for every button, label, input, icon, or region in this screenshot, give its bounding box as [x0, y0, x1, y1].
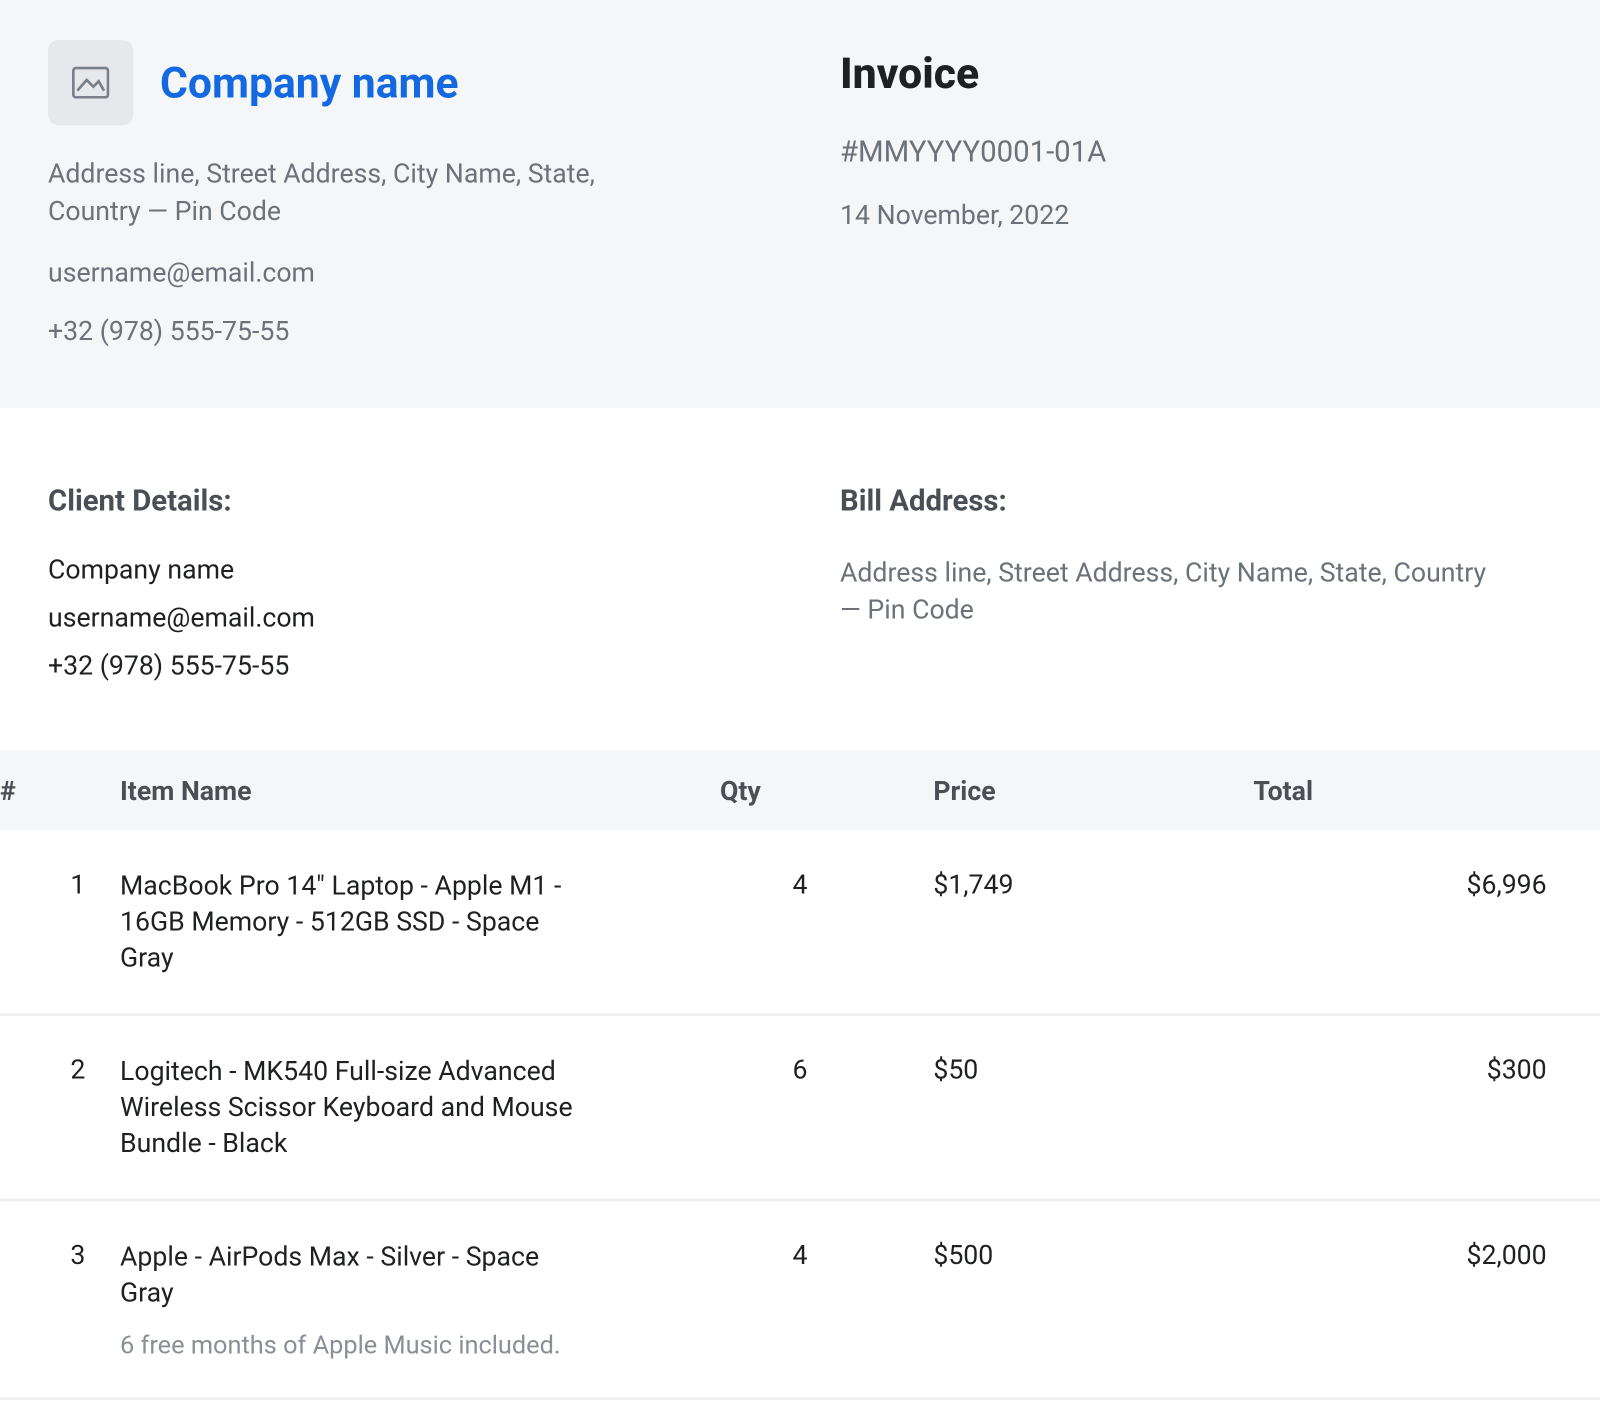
cell-total: $300 [1253, 1015, 1600, 1200]
client-company: Company name [48, 553, 760, 585]
bill-address-text: Address line, Street Address, City Name,… [840, 553, 1507, 628]
line-items-table: # Item Name Qty Price Total 1 MacBook Pr… [0, 751, 1600, 1400]
cell-name: Logitech - MK540 Full-size Advanced Wire… [120, 1015, 720, 1200]
cell-qty: 4 [720, 1200, 880, 1399]
item-name: Apple - AirPods Max - Silver - Space Gra… [120, 1239, 573, 1311]
image-placeholder-icon [72, 67, 109, 99]
table-row: 3 Apple - AirPods Max - Silver - Space G… [0, 1200, 1600, 1399]
cell-qty: 4 [720, 831, 880, 1015]
item-name: Logitech - MK540 Full-size Advanced Wire… [120, 1053, 573, 1161]
invoice-header: Company name Address line, Street Addres… [0, 0, 1600, 408]
company-logo-placeholder [48, 40, 133, 125]
sender-block: Company name Address line, Street Addres… [48, 40, 800, 347]
invoice-document: { "header": { "company_name": "Company n… [0, 0, 1600, 1400]
invoice-title: Invoice [840, 48, 1552, 99]
sender-address: Address line, Street Address, City Name,… [48, 155, 621, 230]
invoice-number: #MMYYYY0001-01A [840, 136, 1552, 169]
table-header-row: # Item Name Qty Price Total [0, 751, 1600, 831]
bill-address-title: Bill Address: [840, 485, 1552, 518]
col-header-price: Price [880, 751, 1253, 831]
cell-name: Apple - AirPods Max - Silver - Space Gra… [120, 1200, 720, 1399]
invoice-meta: Invoice #MMYYYY0001-01A 14 November, 202… [800, 40, 1552, 347]
company-name: Company name [160, 57, 459, 108]
cell-name: MacBook Pro 14" Laptop - Apple M1 - 16GB… [120, 831, 720, 1015]
invoice-date: 14 November, 2022 [840, 199, 1552, 231]
client-details: Client Details: Company name username@em… [48, 485, 800, 697]
cell-qty: 6 [720, 1015, 880, 1200]
item-name: MacBook Pro 14" Laptop - Apple M1 - 16GB… [120, 868, 573, 976]
cell-index: 3 [0, 1200, 120, 1399]
sender-email: username@email.com [48, 256, 760, 288]
cell-price: $500 [880, 1200, 1253, 1399]
sender-phone: +32 (978) 555-75-55 [48, 315, 760, 347]
item-note: 6 free months of Apple Music included. [120, 1329, 720, 1360]
col-header-name: Item Name [120, 751, 720, 831]
details-section: Client Details: Company name username@em… [0, 408, 1600, 751]
col-header-index: # [0, 751, 120, 831]
client-phone: +32 (978) 555-75-55 [48, 649, 760, 681]
client-details-title: Client Details: [48, 485, 760, 518]
cell-price: $50 [880, 1015, 1253, 1200]
client-email: username@email.com [48, 601, 760, 633]
col-header-total: Total [1253, 751, 1600, 831]
cell-index: 2 [0, 1015, 120, 1200]
table-row: 2 Logitech - MK540 Full-size Advanced Wi… [0, 1015, 1600, 1200]
col-header-qty: Qty [720, 751, 880, 831]
table-row: 1 MacBook Pro 14" Laptop - Apple M1 - 16… [0, 831, 1600, 1015]
cell-price: $1,749 [880, 831, 1253, 1015]
cell-total: $2,000 [1253, 1200, 1600, 1399]
cell-total: $6,996 [1253, 831, 1600, 1015]
bill-address: Bill Address: Address line, Street Addre… [800, 485, 1552, 697]
cell-index: 1 [0, 831, 120, 1015]
